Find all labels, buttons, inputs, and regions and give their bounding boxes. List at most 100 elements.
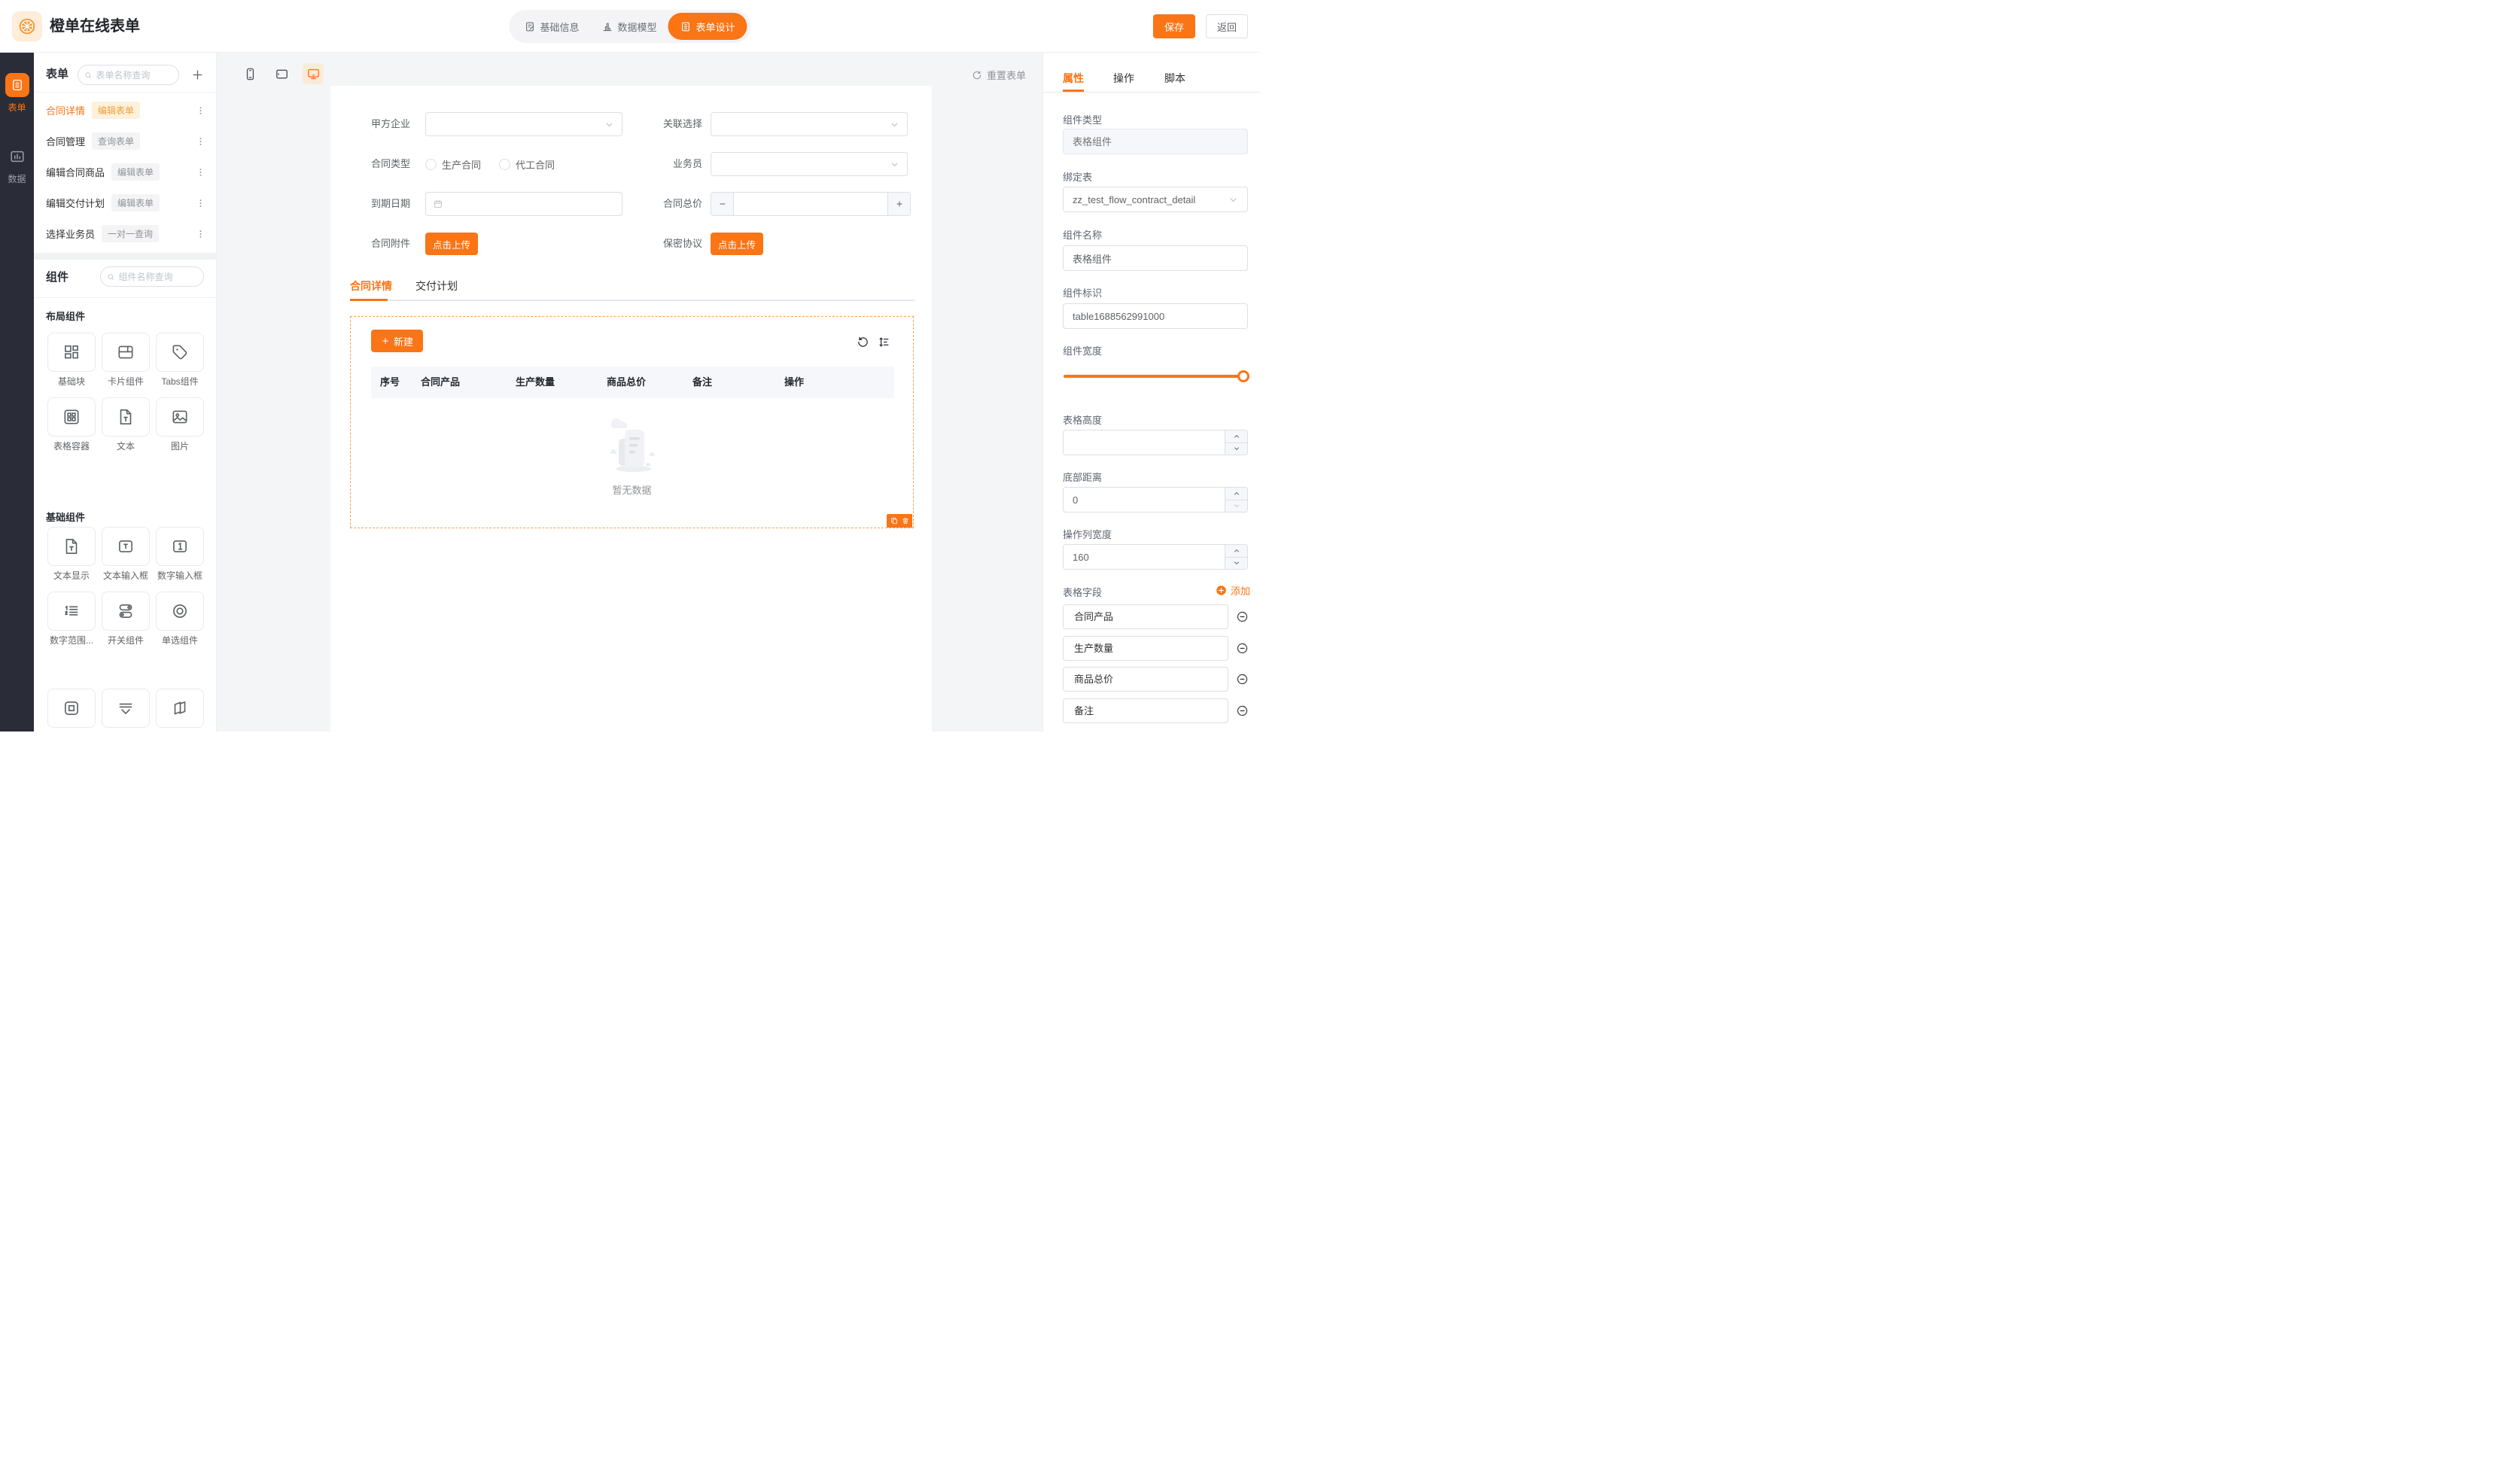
minus-circle-icon[interactable] — [1236, 673, 1249, 686]
tab-basic-info[interactable]: 基础信息 — [513, 13, 590, 40]
card-layout-icon — [116, 342, 135, 362]
device-desktop-button[interactable] — [303, 63, 324, 84]
back-button[interactable]: 返回 — [1206, 14, 1248, 38]
spinner-down-button[interactable] — [1225, 558, 1247, 570]
component-id-input[interactable] — [1063, 303, 1248, 329]
component-card-number-range[interactable] — [47, 592, 96, 631]
tab-form-design[interactable]: 表单设计 — [668, 13, 747, 40]
component-card-card[interactable] — [102, 333, 150, 372]
plus-icon — [895, 199, 904, 208]
component-width-slider[interactable] — [1064, 370, 1248, 382]
stepper-increase-button[interactable] — [887, 193, 910, 215]
trash-icon[interactable] — [902, 517, 909, 525]
components-search-input[interactable] — [118, 272, 197, 282]
table-field-item[interactable]: 商品总价 — [1063, 667, 1228, 692]
table-new-button[interactable]: 新建 — [371, 330, 423, 352]
component-card-text-input[interactable] — [102, 527, 150, 566]
spinner-down-button[interactable] — [1225, 500, 1247, 513]
radio-oem-contract[interactable]: 代工合同 — [499, 157, 555, 172]
chevron-up-icon — [1233, 490, 1240, 497]
kebab-menu-icon[interactable] — [196, 136, 205, 146]
tab-data-model[interactable]: 数据模型 — [590, 13, 668, 40]
panel-tab-actions[interactable]: 操作 — [1113, 71, 1134, 86]
reset-form-button[interactable]: 重置表单 — [972, 68, 1026, 82]
component-card-table-container[interactable] — [47, 397, 96, 436]
kebab-menu-icon[interactable] — [196, 198, 205, 208]
save-button[interactable]: 保存 — [1153, 14, 1195, 38]
minus-circle-icon[interactable] — [1236, 610, 1249, 623]
form-sheet: 甲方企业 关联选择 合同类型 生产合同 代工合同 业务员 — [330, 86, 932, 732]
bottom-gap-input[interactable] — [1063, 487, 1248, 513]
nda-upload-button[interactable]: 点击上传 — [711, 233, 763, 255]
form-type-badge: 编辑表单 — [111, 194, 160, 211]
add-field-label: 添加 — [1231, 583, 1250, 598]
forms-search-input[interactable] — [96, 70, 172, 81]
tab-contract-detail[interactable]: 合同详情 — [350, 278, 392, 294]
component-card-basic-block[interactable] — [47, 333, 96, 372]
spinner-up-button[interactable] — [1225, 488, 1247, 500]
party-select[interactable] — [425, 112, 622, 136]
form-list-item[interactable]: 合同管理 查询表单 — [34, 126, 216, 157]
attachment-upload-button[interactable]: 点击上传 — [425, 233, 478, 255]
device-phone-button[interactable] — [239, 63, 260, 84]
row-height-icon[interactable] — [878, 336, 890, 348]
table-height-input[interactable] — [1063, 430, 1248, 455]
add-form-icon[interactable] — [191, 68, 204, 81]
relation-select[interactable] — [711, 112, 908, 136]
table-field-item[interactable]: 备注 — [1063, 698, 1228, 723]
bind-table-value: zz_test_flow_contract_detail — [1073, 194, 1228, 205]
component-card-select[interactable] — [102, 689, 150, 728]
radio-production-contract[interactable]: 生产合同 — [425, 157, 481, 172]
total-price-input[interactable] — [734, 193, 887, 215]
tab-delivery-plan[interactable]: 交付计划 — [415, 278, 458, 294]
component-card-text-display[interactable] — [47, 527, 96, 566]
panel-tab-attributes[interactable]: 属性 — [1063, 71, 1084, 86]
spinner-up-button[interactable] — [1225, 430, 1247, 443]
salesman-select[interactable] — [711, 152, 908, 176]
kebab-menu-icon[interactable] — [196, 229, 205, 239]
basic-components-grid: 文本显示 文本输入框 数字输入框 — [47, 527, 204, 646]
component-card-tabs[interactable] — [156, 333, 204, 372]
spinner — [1225, 545, 1247, 569]
component-card-image[interactable] — [156, 397, 204, 436]
panel-tab-scripts[interactable]: 脚本 — [1164, 71, 1185, 86]
op-col-width-input[interactable] — [1063, 544, 1248, 570]
component-card-text[interactable] — [102, 397, 150, 436]
table-empty-state: 暂无数据 — [351, 413, 913, 497]
component-name-input[interactable] — [1063, 245, 1248, 271]
copy-icon[interactable] — [890, 517, 898, 525]
selected-table-component[interactable]: 新建 序号 合同产品 生产数量 商品总价 备注 — [350, 316, 914, 528]
rail-item-data[interactable]: 数据 — [0, 144, 34, 185]
component-card-checkbox[interactable] — [47, 689, 96, 728]
minus-circle-icon[interactable] — [1236, 704, 1249, 717]
stepper-decrease-button[interactable] — [711, 193, 734, 215]
due-date-picker[interactable] — [425, 192, 622, 216]
component-card-cascader[interactable] — [156, 689, 204, 728]
refresh-icon[interactable] — [857, 336, 869, 348]
kebab-menu-icon[interactable] — [196, 167, 205, 177]
table-field-item[interactable]: 生产数量 — [1063, 636, 1228, 661]
tab-basic-info-label: 基础信息 — [540, 20, 579, 34]
text-document-icon — [62, 537, 81, 556]
device-tablet-button[interactable] — [271, 63, 292, 84]
bind-table-select[interactable]: zz_test_flow_contract_detail — [1063, 187, 1248, 212]
field-label-party: 甲方企业 — [350, 112, 410, 136]
form-list-item[interactable]: 编辑合同商品 编辑表单 — [34, 157, 216, 187]
form-list-item[interactable]: 编辑交付计划 编辑表单 — [34, 187, 216, 218]
spinner-up-button[interactable] — [1225, 545, 1247, 558]
form-list-item[interactable]: 选择业务员 一对一查询 — [34, 218, 216, 249]
section-separator — [34, 253, 216, 260]
minus-circle-icon[interactable] — [1236, 642, 1249, 655]
component-card-switch[interactable] — [102, 592, 150, 631]
rail-item-forms[interactable]: 表单 — [0, 73, 34, 114]
kebab-menu-icon[interactable] — [196, 105, 205, 115]
add-field-button[interactable]: 添加 — [1216, 583, 1250, 598]
table-field-item[interactable]: 合同产品 — [1063, 604, 1228, 629]
slider-handle[interactable] — [1237, 370, 1249, 382]
component-card-number-input[interactable] — [156, 527, 204, 566]
component-type-label: 组件类型 — [1063, 112, 1102, 126]
spinner-down-button[interactable] — [1225, 443, 1247, 455]
form-list-item[interactable]: 合同详情 编辑表单 — [34, 95, 216, 126]
radio-label: 代工合同 — [516, 157, 555, 172]
component-card-radio[interactable] — [156, 592, 204, 631]
